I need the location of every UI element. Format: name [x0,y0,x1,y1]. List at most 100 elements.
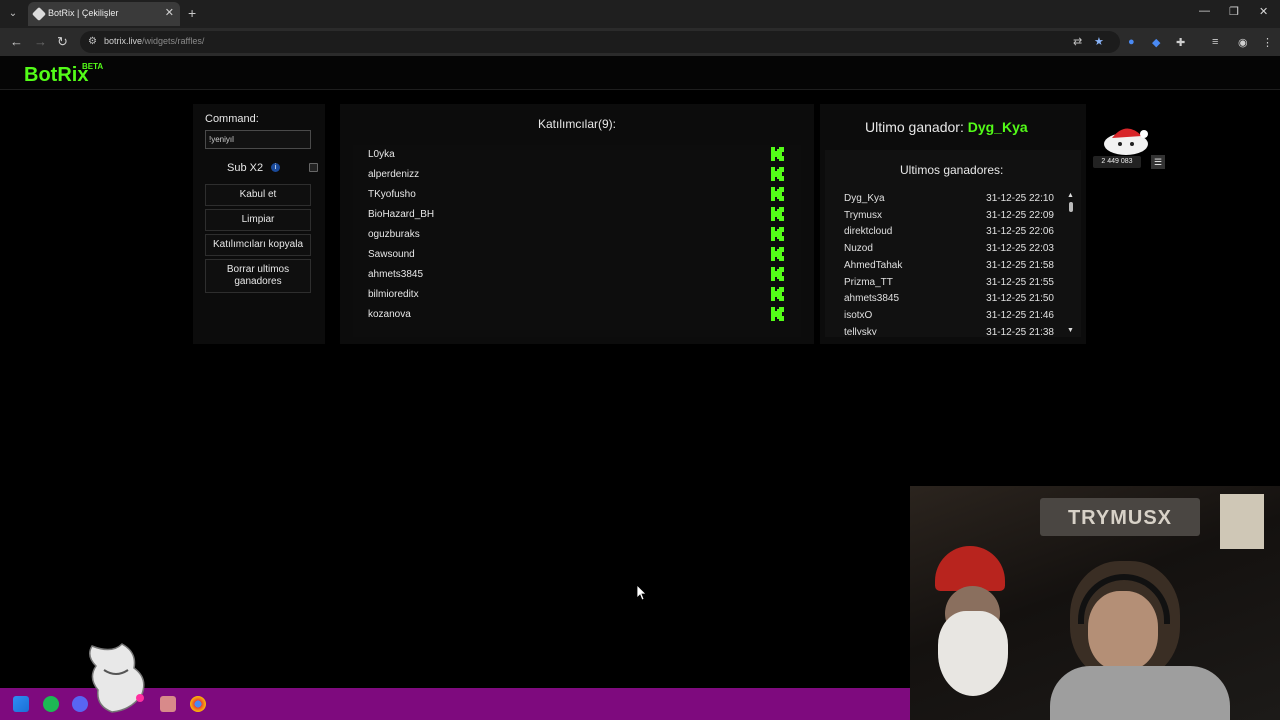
windows-start-icon[interactable] [13,696,29,712]
winner-history-date: 31-12-25 21:58 [986,259,1054,271]
winner-history-date: 31-12-25 22:06 [986,226,1054,238]
webcam-overlay: TRYMUSX [910,486,1280,720]
santa-beard [938,611,1008,696]
restore-icon[interactable]: ❐ [1229,5,1239,18]
tab-close-icon[interactable]: ✕ [165,6,174,19]
forward-icon[interactable]: → [34,34,47,49]
scroll-down-icon[interactable]: ▼ [1067,327,1074,334]
spotify-icon[interactable] [43,696,59,712]
extension-icon[interactable]: ◆ [1152,36,1160,49]
participant-row: Sawsound [353,245,801,265]
winner-history-name: Dyg_Kya [844,193,885,204]
winner-row: Dyg_Kya 31-12-25 22:10 [844,193,1054,209]
list-menu-icon[interactable]: ☰ [1151,155,1165,169]
participant-row: TKyofusho [353,185,801,205]
profile-icon[interactable]: ◉ [1238,36,1248,49]
sub-x2-checkbox[interactable] [309,163,318,172]
participants-title: Katılımcılar(9): [538,117,617,131]
last-winner-heading: Ultimo ganador: Dyg_Kya [865,119,1028,135]
command-input[interactable] [205,130,311,149]
info-icon[interactable]: i [271,163,280,172]
kick-platform-icon [771,307,784,321]
winner-history-name: isotxO [844,309,873,321]
dragon-mascot-icon [89,643,145,713]
new-tab-icon[interactable]: + [188,5,196,21]
winners-history-title: Ultimos ganadores: [900,163,1004,177]
extension-icon[interactable]: ● [1128,36,1135,48]
command-label: Command: [205,113,259,125]
santa-hat [935,546,1005,591]
kick-platform-icon [771,287,784,301]
mascot-icon [1104,128,1148,155]
botrix-logo[interactable]: BotRix [24,64,88,87]
winner-history-date: 31-12-25 21:38 [986,326,1054,335]
viewer-counter: 2 449 083 [1093,156,1141,168]
participant-name: oguzburaks [368,229,420,240]
winner-row: AhmedTahak 31-12-25 21:58 [844,260,1054,276]
tab-search-icon[interactable]: ⌄ [6,7,20,21]
site-header: BotRix BETA [0,56,1280,90]
sub-x2-label: Sub X2 [227,162,264,174]
browser-menu-icon[interactable]: ⋮ [1262,36,1273,49]
accept-button[interactable]: Kabul et [205,184,311,206]
browser-tab[interactable]: BotRix | Çekilişler ✕ [28,2,180,26]
back-icon[interactable]: ← [10,34,23,49]
clear-button[interactable]: Limpiar [205,209,311,231]
participant-name: ahmets3845 [368,269,424,280]
last-winner-label: Ultimo ganador: [865,119,964,135]
chrome-icon[interactable] [190,696,206,712]
winner-history-date: 31-12-25 22:10 [986,193,1054,204]
participant-name: alperdenizz [368,169,420,180]
bookmark-star-icon[interactable]: ★ [1094,35,1104,48]
kick-platform-icon [771,167,784,181]
kick-platform-icon [771,207,784,221]
kick-platform-icon [771,147,784,161]
participant-name: BioHazard_BH [368,209,435,220]
site-info-icon[interactable]: ⚙ [88,36,97,47]
kick-platform-icon [771,227,784,241]
webcam-banner-text: TRYMUSX [1067,507,1173,529]
reload-icon[interactable]: ↻ [57,34,68,50]
participant-row: BioHazard_BH [353,205,801,225]
winner-history-name: direktcloud [844,226,893,238]
winners-scrollbar[interactable]: ▲ ▼ [1067,192,1075,334]
winners-history-list[interactable]: Dyg_Kya 31-12-25 22:10 Trymusx 31-12-25 22:… [830,190,1066,335]
participant-row: bilmioreditx [353,285,801,305]
scroll-thumb[interactable] [1069,202,1073,212]
participant-row: ahmets3845 [353,265,801,285]
address-bar[interactable]: ⚙ botrix.live/widgets/raffles/ ⇄ ★ [80,31,1120,53]
winner-history-date: 31-12-25 22:09 [986,209,1054,221]
reading-list-icon[interactable]: ≡ [1212,36,1218,48]
participant-row: oguzburaks [353,225,801,245]
copy-participants-button[interactable]: Katılımcıları kopyala [205,234,311,256]
browser-tab-strip: ⌄ BotRix | Çekilişler ✕ + — ❐ ✕ [0,0,1280,28]
participant-row: alperdenizz [353,165,801,185]
beta-badge: BETA [82,62,104,71]
app-icon[interactable] [160,696,176,712]
kick-platform-icon [771,247,784,261]
scroll-up-icon[interactable]: ▲ [1067,192,1074,199]
participant-name: bilmioreditx [368,289,419,300]
clear-winners-button[interactable]: Borrar ultimos ganadores [205,259,311,293]
participant-row: L0yka [353,145,801,165]
browser-toolbar: ← → ↻ ⚙ botrix.live/widgets/raffles/ ⇄ ★… [0,28,1280,56]
translate-icon[interactable]: ⇄ [1073,35,1082,48]
winner-history-name: ahmets3845 [844,293,900,305]
wall-poster [1220,494,1264,549]
winner-row: tellysky 31-12-25 21:38 [844,327,1054,335]
winner-row: ahmets3845 31-12-25 21:50 [844,293,1054,309]
extensions-puzzle-icon[interactable]: ✚ [1176,36,1185,49]
winner-history-name: Nuzod [844,243,873,255]
webcam-banner: TRYMUSX [1040,498,1200,536]
winner-history-date: 31-12-25 21:50 [986,293,1054,305]
close-window-icon[interactable]: ✕ [1259,5,1268,18]
participant-name: kozanova [368,309,411,320]
winner-row: Prizma_TT 31-12-25 21:55 [844,277,1054,293]
mouse-cursor-icon [637,585,647,601]
winner-history-date: 31-12-25 21:55 [986,276,1054,288]
minimize-icon[interactable]: — [1199,5,1210,17]
winner-history-name: tellysky [844,326,877,335]
winner-row: direktcloud 31-12-25 22:06 [844,226,1054,242]
kick-platform-icon [771,267,784,281]
winner-history-name: AhmedTahak [844,259,903,271]
